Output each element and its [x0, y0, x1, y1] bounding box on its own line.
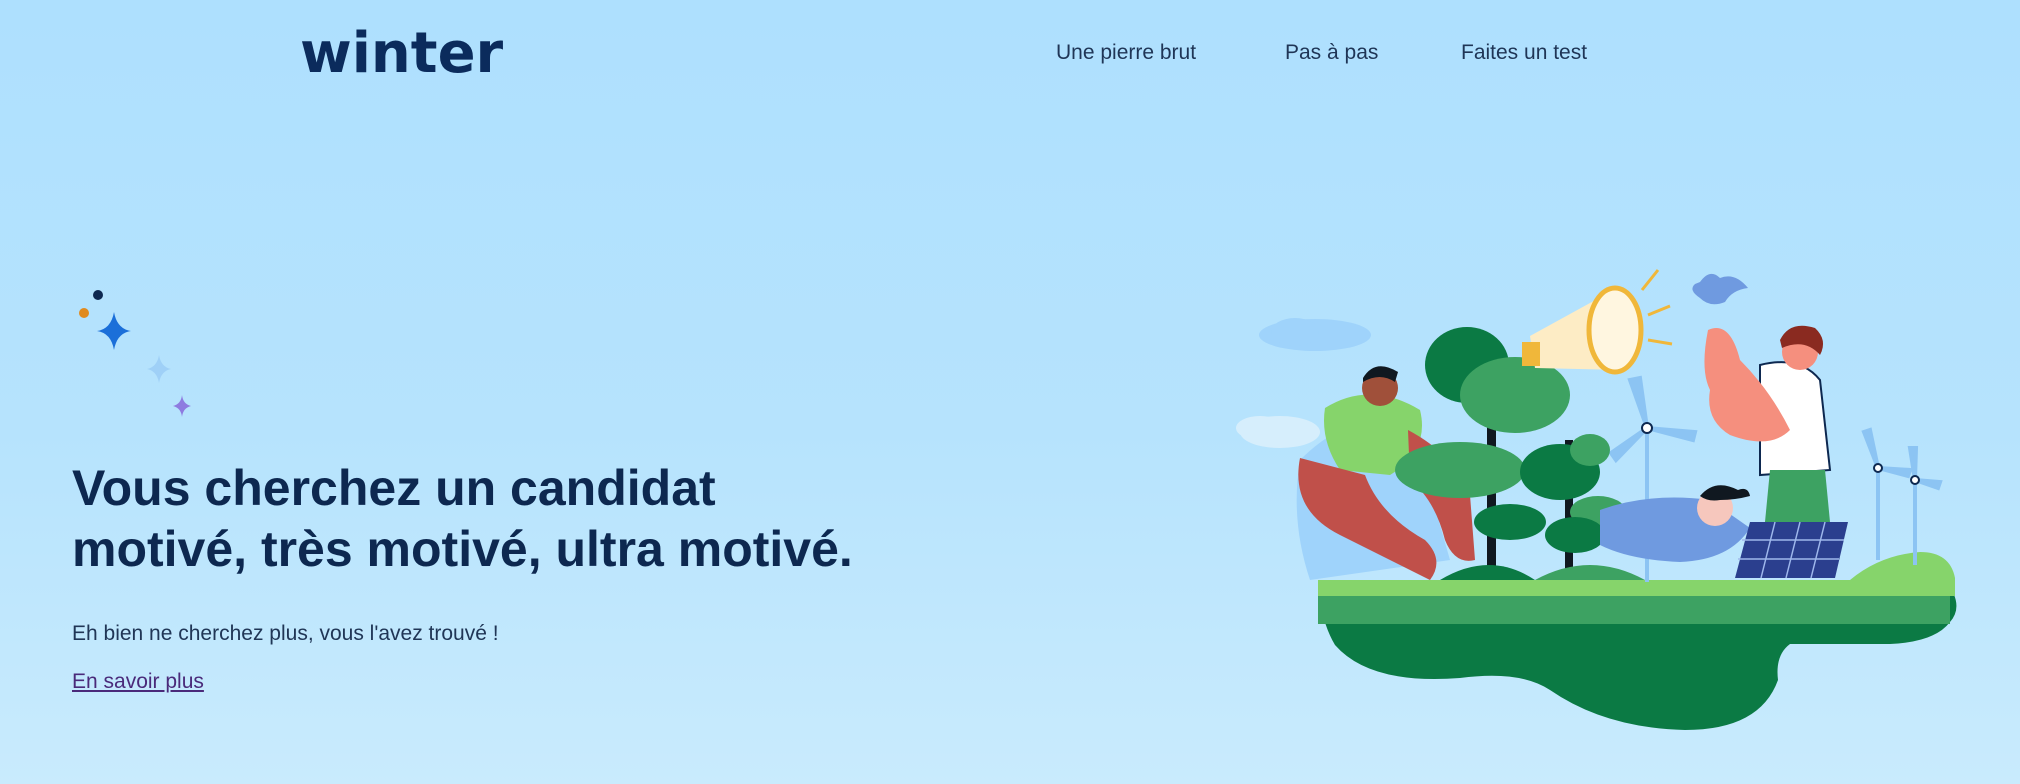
headline-line-1: Vous cherchez un candidat — [72, 460, 716, 516]
grass-band-dark — [1318, 596, 1950, 624]
solar-panel-icon — [1735, 521, 1848, 579]
person-resting — [1600, 485, 1750, 562]
sparkles-icon — [79, 290, 191, 417]
megaphone-icon — [1522, 269, 1673, 375]
bird-icon — [1692, 273, 1748, 305]
nav-item-une-pierre-brut[interactable]: Une pierre brut — [1056, 38, 1196, 68]
nav-item-faites-un-test[interactable]: Faites un test — [1461, 38, 1587, 68]
winter-logo[interactable]: winter — [300, 22, 503, 86]
nav-item-pas-a-pas[interactable]: Pas à pas — [1285, 38, 1378, 68]
sustainability-illustration — [1236, 269, 1957, 730]
hero-headline: Vous cherchez un candidat motivé, très m… — [72, 458, 1072, 580]
hero-subtitle: Eh bien ne cherchez plus, vous l'avez tr… — [72, 622, 499, 645]
learn-more-link[interactable]: En savoir plus — [72, 668, 204, 696]
headline-line-2: motivé, très motivé, ultra motivé. — [72, 521, 853, 577]
